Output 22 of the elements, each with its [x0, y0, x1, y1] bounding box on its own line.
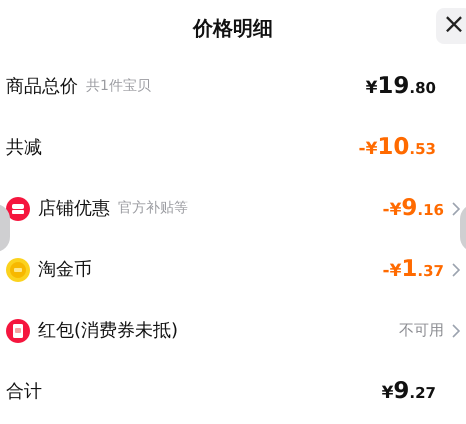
discount-amount: -¥1.37: [382, 255, 444, 284]
price-amount: ¥9.27: [382, 377, 436, 406]
row-note: 官方补贴等: [118, 199, 188, 218]
chevron-right-icon: [452, 324, 460, 338]
store-icon: [6, 196, 30, 220]
coin-icon: [6, 258, 30, 282]
row-label: 共减: [6, 136, 42, 160]
discount-amount: -¥9.16: [382, 194, 444, 224]
chevron-right-icon: [452, 262, 460, 276]
row-label: 店铺优惠: [38, 197, 110, 221]
close-button[interactable]: ×: [436, 8, 466, 44]
row-label: 合计: [6, 380, 42, 404]
discount-amount: -¥10.53: [358, 133, 436, 162]
row-label: 淘金币: [38, 258, 92, 282]
envelope-icon: [6, 318, 30, 342]
sheet-title: 价格明细: [193, 15, 273, 42]
price-amount: ¥19.80: [366, 72, 436, 102]
row-note: 共1件宝贝: [86, 77, 151, 96]
status-text: 不可用: [399, 320, 444, 342]
row-label: 红包(消费券未抵): [38, 319, 178, 343]
chevron-right-icon: [452, 202, 460, 216]
row-label: 商品总价: [6, 75, 78, 99]
